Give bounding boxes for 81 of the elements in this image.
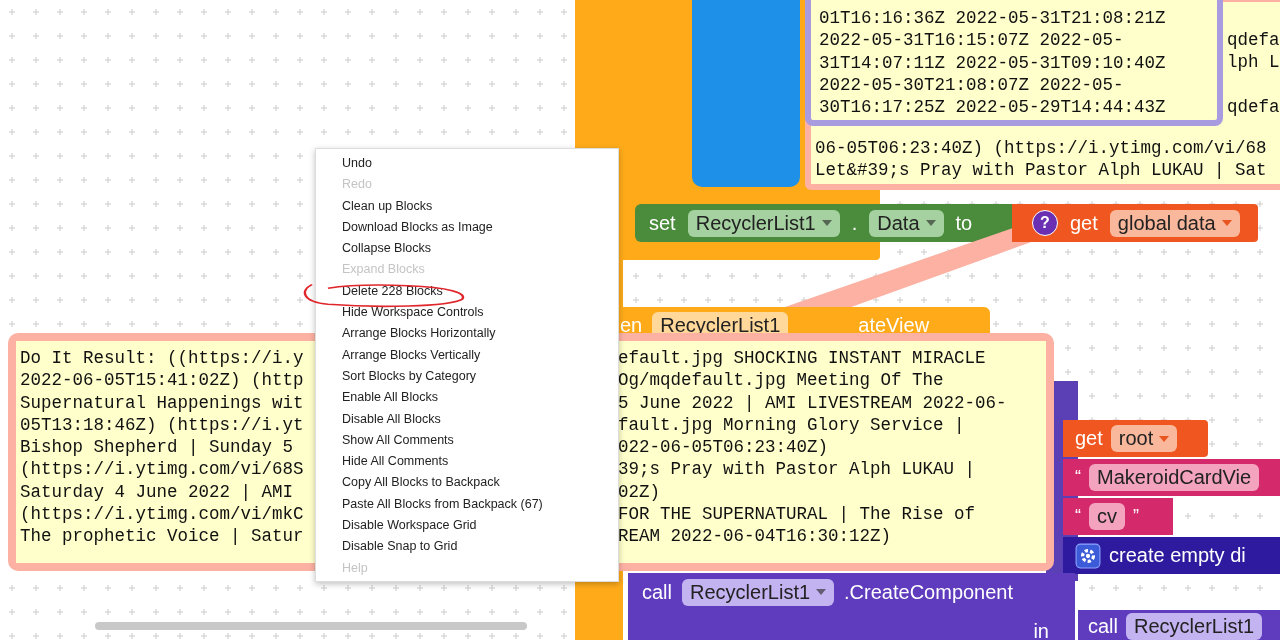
menu-item[interactable]: Arrange Blocks Vertically (342, 344, 618, 366)
comment-text: REAM 2022-06-04T16:30:12Z) (618, 525, 893, 548)
comment-text: 02Z) (618, 480, 661, 504)
gear-icon[interactable] (1075, 542, 1101, 569)
caret-icon (821, 220, 832, 226)
block-keyword: in (1033, 619, 1049, 640)
comment-text: 06-05T06:23:40Z) (https://i.ytimg.com/vi/68 (815, 137, 1267, 160)
component-dropdown[interactable]: RecyclerList1 (687, 209, 840, 237)
scrollbar[interactable] (95, 622, 527, 630)
comment-text: 31T14:07:11Z 2022-05-31T09:10:40Z (819, 51, 1167, 74)
block-keyword: set (649, 211, 676, 235)
comment-text: 01T16:16:36Z 2022-05-31T21:08:21Z (819, 7, 1167, 30)
component-dropdown[interactable]: RecyclerList1 (1126, 612, 1263, 640)
block-keyword: get (1075, 427, 1103, 450)
menu-item[interactable]: Paste All Blocks from Backpack (67) (342, 493, 618, 516)
menu-item[interactable]: Copy All Blocks to Backpack (342, 472, 618, 494)
comment-text: 30T16:17:25Z 2022-05-29T14:44:43Z (819, 96, 1167, 119)
comment-text: Og/mqdefault.jpg Meeting Of The (618, 369, 945, 392)
comment-text: 022-06-05T06:23:40Z) (618, 436, 830, 459)
comment-text: 2022-05-30T21:08:07Z 2022-05- (819, 73, 1125, 97)
caret-icon (925, 220, 936, 226)
property-dropdown[interactable]: Data (869, 209, 944, 237)
comment-text: 2022-05-31T16:15:07Z 2022-05- (819, 29, 1125, 52)
block-keyword: call (642, 580, 672, 604)
value-block[interactable]: get root (1063, 420, 1208, 457)
caret-icon (1221, 220, 1232, 226)
block-label: create empty di (1109, 544, 1246, 567)
menu-item[interactable]: Disable All Blocks (342, 408, 618, 430)
menu-item[interactable]: Show All Comments (342, 429, 618, 452)
block-keyword: ateView (858, 313, 930, 337)
menu-item[interactable]: Disable Workspace Grid (342, 515, 618, 537)
get-block[interactable]: ? get global data (1012, 204, 1258, 242)
comment-text: qdefa (1227, 30, 1280, 50)
block-keyword: to (955, 211, 973, 235)
comment-text: (https://i.ytimg.com/vi/mkC (20, 503, 305, 526)
block-keyword: en (620, 313, 643, 337)
comment-text: (https://i.ytimg.com/vi/68S (20, 458, 305, 481)
comment-text: 5 June 2022 | AMI LIVESTREAM 2022-06- (618, 391, 1007, 414)
call-block[interactable]: call RecyclerList1 .CreateComponent (628, 573, 1075, 611)
comment-text: 2022-06-05T15:41:02Z) (http (20, 369, 305, 392)
comment-text: Do It Result: ((https://i.y (20, 347, 305, 370)
variable-dropdown[interactable]: root (1110, 425, 1178, 452)
component-dropdown[interactable]: RecyclerList1 (682, 578, 835, 606)
caret-icon (1159, 435, 1170, 442)
menu-item[interactable]: Collapse Blocks (342, 238, 618, 260)
help-icon[interactable]: ? (1032, 210, 1058, 236)
comment-text: efault.jpg SHOCKING INSTANT MIRACLE (618, 347, 987, 370)
comment-text: Supernatural Happenings wit (20, 391, 305, 414)
block-keyword: call (1088, 614, 1118, 638)
comment-text: Saturday 4 June 2022 | AMI (20, 480, 295, 504)
comment-text: fault.jpg Morning Glory Service | (618, 413, 966, 437)
menu-item[interactable]: Disable Snap to Grid (342, 536, 618, 558)
menu-item[interactable]: Clean up Blocks (342, 195, 618, 217)
block-keyword: .CreateComponent (844, 580, 1014, 604)
comment-text: Bishop Shepherd | Sunday 5 (20, 436, 295, 459)
menu-item[interactable]: Undo (342, 153, 618, 175)
quote-mark: ” (1133, 506, 1139, 527)
value-block[interactable]: “ cv ” (1063, 498, 1173, 535)
menu-item[interactable]: Download Blocks as Image (342, 216, 618, 239)
comment-text: FOR THE SUPERNATURAL | The Rise of (618, 503, 977, 526)
comment-text: Let&#39;s Pray with Pastor Alph LUKAU | Sat (815, 159, 1267, 182)
menu-item[interactable]: Hide All Comments (342, 451, 618, 473)
menu-item[interactable]: Enable All Blocks (342, 387, 618, 409)
variable-dropdown[interactable]: global data (1109, 209, 1240, 237)
call-block[interactable]: call RecyclerList1 (1078, 608, 1280, 640)
menu-item[interactable]: Sort Blocks by Category (342, 365, 618, 388)
caret-icon (816, 589, 827, 595)
quote-mark: “ (1075, 467, 1081, 488)
comment-text: lph L (1227, 52, 1280, 73)
comment-text: 05T13:18:46Z) (https://i.yt (20, 413, 305, 437)
comment-text: The prophetic Voice | Satur (20, 525, 305, 548)
value-block[interactable]: “ MakeroidCardVie (1063, 459, 1280, 496)
comment-text: 39;s Pray with Pastor Alph LUKAU | (618, 458, 977, 481)
text-field[interactable]: MakeroidCardVie (1089, 464, 1260, 491)
block-keyword: get (1070, 211, 1098, 235)
quote-mark: “ (1075, 506, 1081, 527)
text-field[interactable]: cv (1089, 503, 1125, 530)
value-block[interactable]: create empty di (1063, 537, 1280, 574)
comment-text: qdefa (1227, 96, 1280, 117)
block-keyword: . (851, 211, 858, 235)
menu-item[interactable]: Delete 228 Blocks (342, 280, 618, 303)
